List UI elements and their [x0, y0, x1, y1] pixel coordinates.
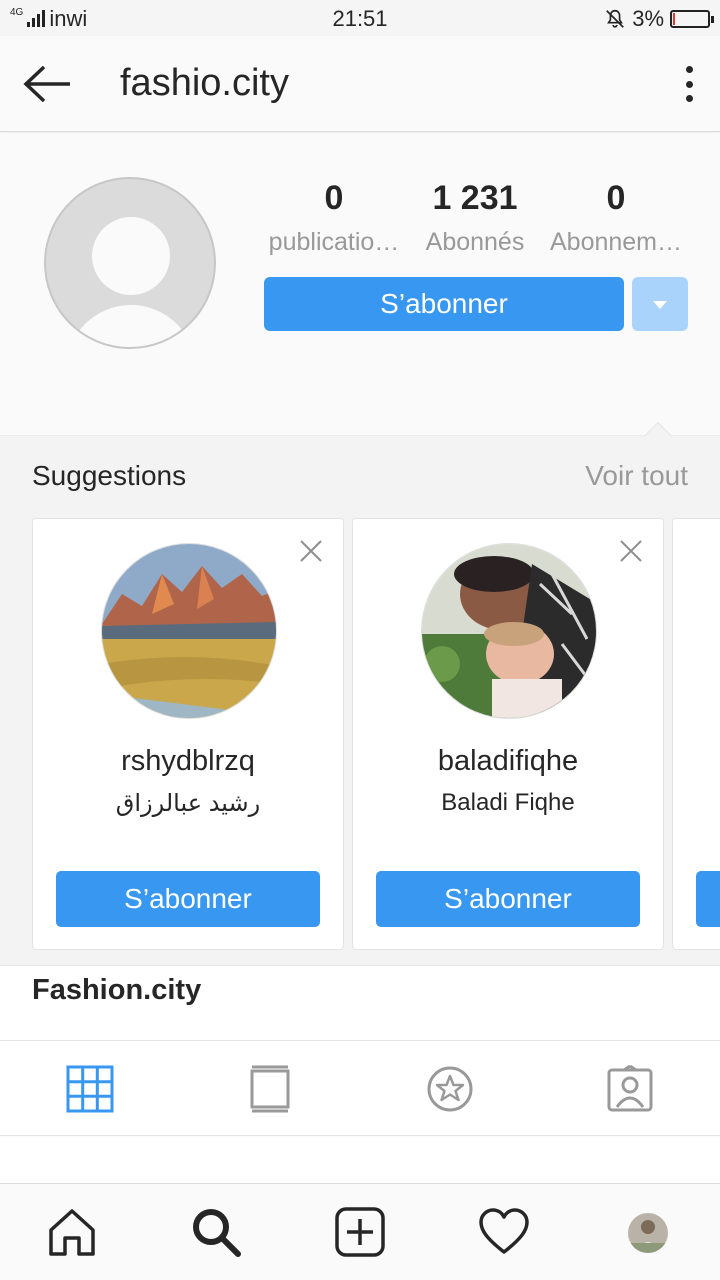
stat-label: Abonnés: [425, 228, 525, 256]
feed-list-icon[interactable]: [246, 1065, 294, 1113]
status-bar: 4G inwi 21:51 3%: [0, 0, 720, 36]
follow-button[interactable]: S’abonner: [264, 277, 624, 331]
suggestion-follow-button[interactable]: [696, 871, 720, 927]
suggestion-fullname: رشيد عبالرزاق: [115, 790, 261, 817]
suggestions-panel: Suggestions Voir tout rshydblrzq رشيد عب…: [0, 421, 720, 965]
system-status: 3%: [604, 6, 714, 32]
suggestion-avatar[interactable]: [101, 543, 277, 719]
profile-view-tabs: [0, 1040, 720, 1136]
stat-value: 1 231: [432, 179, 518, 217]
profile-header: fashio.city: [0, 36, 720, 132]
suggestion-fullname: Baladi Fiqhe: [441, 789, 575, 816]
chevron-down-icon: [653, 301, 667, 309]
see-all-link[interactable]: Voir tout: [585, 460, 688, 492]
suggestion-card[interactable]: rshydblrzq رشيد عبالرزاق S’abonner: [32, 518, 344, 950]
grid-icon[interactable]: [66, 1065, 114, 1113]
stat-label: Abonnem…: [549, 228, 683, 256]
star-badge-icon[interactable]: [426, 1065, 474, 1113]
tagged-person-icon[interactable]: [606, 1065, 654, 1113]
close-icon[interactable]: [299, 539, 323, 563]
profile-section: 0 publicatio… 1 231 Abonnés 0 Abonnem… S…: [0, 133, 720, 435]
suggestion-card-partial[interactable]: [672, 518, 720, 950]
profile-bio: Fashion.city: [0, 965, 720, 1040]
mountain-landscape-photo: [102, 544, 276, 718]
default-avatar-head-icon: [92, 217, 170, 295]
heart-icon[interactable]: [478, 1206, 530, 1258]
stat-value: 0: [606, 179, 626, 217]
arrow-left-icon[interactable]: [22, 64, 72, 104]
close-icon[interactable]: [619, 539, 643, 563]
stat-value: 0: [324, 179, 344, 217]
profile-full-name: Fashion.city: [32, 974, 202, 1006]
bell-muted-icon: [606, 9, 625, 28]
more-vertical-icon[interactable]: [682, 66, 696, 102]
search-icon[interactable]: [190, 1206, 242, 1258]
profile-avatar[interactable]: [44, 177, 216, 349]
add-post-icon[interactable]: [334, 1206, 386, 1258]
posts-area: [0, 1137, 720, 1183]
battery-icon: [670, 10, 714, 28]
suggestion-card[interactable]: baladifiqhe Baladi Fiqhe S’abonner: [352, 518, 664, 950]
default-avatar-body-icon: [66, 305, 196, 347]
battery-percent: 3%: [632, 6, 664, 31]
profile-avatar-icon[interactable]: [628, 1213, 668, 1253]
suggestions-title: Suggestions: [32, 460, 187, 491]
home-icon[interactable]: [46, 1206, 98, 1258]
stat-posts[interactable]: 0 publicatio…: [259, 179, 409, 257]
people-photo: [422, 544, 596, 718]
stat-followers[interactable]: 1 231 Abonnés: [400, 179, 550, 257]
suggestion-username[interactable]: rshydblrzq: [33, 745, 343, 778]
page-title: fashio.city: [120, 62, 289, 104]
stat-following[interactable]: 0 Abonnem…: [541, 179, 691, 257]
suggestion-follow-button[interactable]: S’abonner: [56, 871, 320, 927]
suggestion-follow-button[interactable]: S’abonner: [376, 871, 640, 927]
stat-label: publicatio…: [268, 228, 400, 256]
suggestions-toggle-button[interactable]: [632, 277, 688, 331]
suggestion-username[interactable]: baladifiqhe: [353, 745, 663, 778]
battery-level: [673, 13, 676, 25]
bottom-navigation: [0, 1183, 720, 1280]
suggestion-avatar[interactable]: [421, 543, 597, 719]
